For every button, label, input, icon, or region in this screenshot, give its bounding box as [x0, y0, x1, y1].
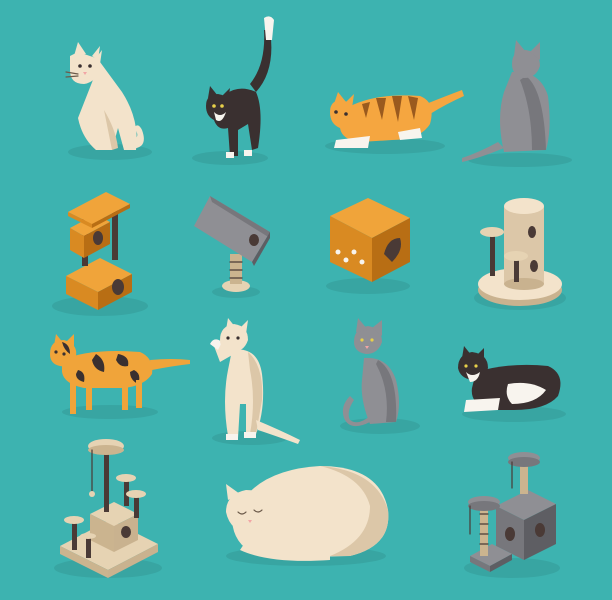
- cats-illustration: [0, 0, 612, 600]
- isometric-cats-scene: [0, 0, 612, 600]
